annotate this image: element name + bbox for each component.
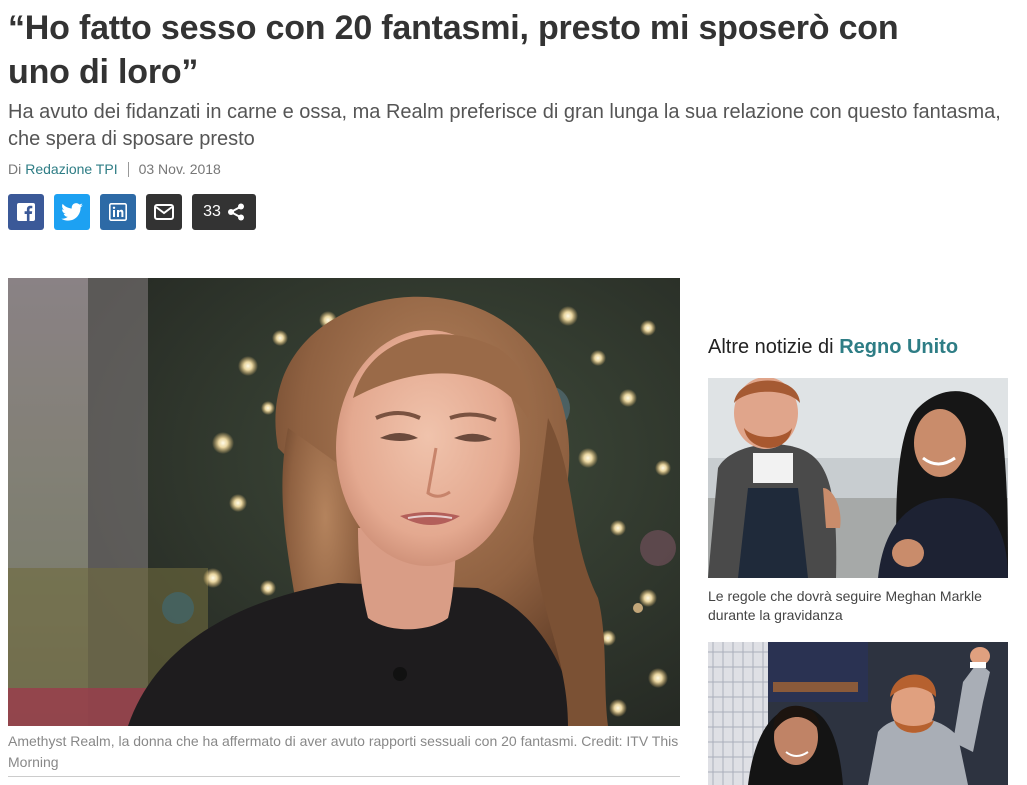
article-title: “Ho fatto sesso con 20 fantasmi, presto … [8,9,899,91]
sidebar-news-title-1[interactable]: Le regole che dovrà seguire Meghan Markl… [708,587,1008,625]
linkedin-share-button[interactable] [100,194,136,230]
facebook-icon [17,203,35,221]
royal-visit-image [708,642,1008,785]
email-share-button[interactable] [146,194,182,230]
sidebar-news-image-1[interactable] [708,378,1008,578]
byline: Di Redazione TPI 03 Nov. 2018 [8,161,221,177]
sidebar-heading: Altre notizie di Regno Unito [708,336,958,359]
share-count: 33 [203,203,221,220]
twitter-share-button[interactable] [54,194,90,230]
caption-divider [8,776,680,777]
byline-prefix: Di [8,161,22,177]
facebook-share-button[interactable] [8,194,44,230]
publish-date: 03 Nov. 2018 [138,161,221,177]
photo-caption: Amethyst Realm, la donna che ha affermat… [8,733,679,770]
share-count-button[interactable]: 33 [192,194,256,230]
share-bar: 33 [8,194,256,230]
article-subtitle: Ha avuto dei fidanzati in carne e ossa, … [8,101,1001,150]
region-link[interactable]: Regno Unito [839,336,958,358]
author-link[interactable]: Redazione TPI [25,161,117,177]
byline-divider [127,161,129,177]
linkedin-icon [109,203,127,221]
sidebar-news-image-2[interactable] [708,642,1008,785]
article-main-photo[interactable] [8,278,680,726]
royal-couple-image [708,378,1008,578]
sidebar-heading-prefix: Altre notizie di [708,336,834,358]
woman-portrait-image [8,278,680,726]
share-icon [227,203,244,221]
email-icon [154,204,174,220]
twitter-icon [61,203,83,221]
